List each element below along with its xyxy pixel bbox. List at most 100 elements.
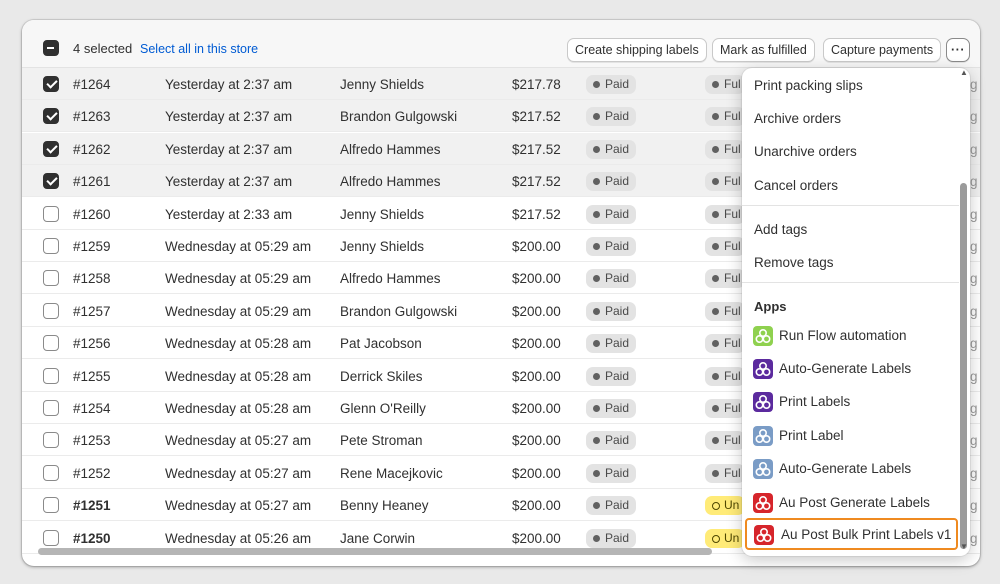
fulfillment-status-badge: Ful <box>705 172 745 192</box>
order-date: Wednesday at 05:27 am <box>165 433 312 449</box>
customer-name: Jane Corwin <box>340 530 416 546</box>
order-number[interactable]: #1253 <box>73 433 111 448</box>
row-checkbox[interactable] <box>43 270 59 287</box>
row-checkbox[interactable] <box>43 205 59 222</box>
order-number[interactable]: #1263 <box>73 109 111 124</box>
menu-item-archive-orders[interactable]: Archive orders <box>754 111 841 126</box>
order-number[interactable]: #1250 <box>73 531 111 546</box>
flow-icon <box>753 326 773 346</box>
order-date: Wednesday at 05:27 am <box>165 465 312 481</box>
select-all-checkbox[interactable] <box>43 40 59 56</box>
order-number[interactable]: #1264 <box>73 77 111 92</box>
payment-status-badge: Paid <box>586 334 637 354</box>
label-app-icon <box>753 392 773 412</box>
customer-name: Brandon Gulgowski <box>340 303 458 319</box>
order-number[interactable]: #1259 <box>73 239 111 254</box>
row-checkbox[interactable] <box>43 173 59 190</box>
row-checkbox[interactable] <box>43 335 59 352</box>
row-checkbox[interactable] <box>43 238 59 254</box>
truncated-cell: g <box>970 239 978 254</box>
order-number[interactable]: #1257 <box>73 304 111 319</box>
bulk-actions-bar: 4 selected Select all in this store Crea… <box>22 20 980 68</box>
order-number[interactable]: #1261 <box>73 174 111 189</box>
order-total: $200.00 <box>512 433 561 449</box>
customer-name: Pat Jacobson <box>340 336 422 352</box>
order-total: $217.52 <box>512 109 561 125</box>
row-checkbox[interactable] <box>43 464 59 481</box>
menu-item-remove-tags[interactable]: Remove tags <box>754 255 834 270</box>
row-checkbox[interactable] <box>43 367 59 384</box>
row-checkbox[interactable] <box>43 400 59 416</box>
menu-app-label: Auto-Generate Labels <box>779 361 912 376</box>
truncated-cell: g <box>970 530 978 546</box>
menu-app-label: Auto-Generate Labels <box>779 461 912 476</box>
truncated-cell: g <box>970 174 978 190</box>
fulfillment-status-badge: Ful <box>705 366 745 386</box>
payment-status-badge: Paid <box>586 366 637 386</box>
menu-app-label: Au Post Bulk Print Labels v1 <box>781 527 952 542</box>
order-total: $200.00 <box>512 336 561 352</box>
order-number[interactable]: #1252 <box>73 466 111 481</box>
fulfillment-status-badge: Ful <box>705 399 745 418</box>
menu-app-item[interactable]: Auto-Generate Labels <box>750 355 950 383</box>
truncated-cell: g <box>970 498 978 514</box>
menu-app-item[interactable]: Run Flow automation <box>750 322 950 350</box>
order-number[interactable]: #1255 <box>73 369 111 384</box>
menu-item-unarchive-orders[interactable]: Unarchive orders <box>754 144 857 159</box>
order-number[interactable]: #1258 <box>73 271 111 286</box>
selected-count: 4 selected <box>73 41 133 56</box>
menu-item-print-packing-slips[interactable]: Print packing slips <box>754 78 863 93</box>
customer-name: Jenny Shields <box>340 206 425 222</box>
truncated-cell: g <box>970 433 978 449</box>
menu-apps-heading: Apps <box>754 299 787 314</box>
scroll-up-icon[interactable]: ▲ <box>960 68 968 77</box>
order-date: Wednesday at 05:26 am <box>165 530 312 546</box>
menu-scrollbar[interactable] <box>960 183 967 549</box>
menu-app-item[interactable]: Print Labels <box>750 388 950 416</box>
order-number[interactable]: #1251 <box>73 498 111 513</box>
row-checkbox[interactable] <box>43 140 59 157</box>
payment-status-badge: Paid <box>586 75 637 94</box>
order-number[interactable]: #1256 <box>73 336 111 351</box>
customer-name: Brandon Gulgowski <box>340 109 458 125</box>
order-total: $217.52 <box>512 141 561 157</box>
horizontal-scrollbar[interactable] <box>38 548 712 555</box>
order-number[interactable]: #1260 <box>73 207 111 222</box>
customer-name: Pete Stroman <box>340 433 423 449</box>
auspost-icon <box>753 493 773 513</box>
truncated-cell: g <box>970 401 978 416</box>
menu-app-item[interactable]: Au Post Bulk Print Labels v1 <box>745 518 958 550</box>
order-number[interactable]: #1262 <box>73 142 111 157</box>
capture-payments-button[interactable]: Capture payments <box>823 38 942 62</box>
more-actions-button[interactable]: ··· <box>946 38 970 62</box>
create-shipping-labels-button[interactable]: Create shipping labels <box>567 38 707 62</box>
menu-divider <box>742 282 959 283</box>
mark-as-fulfilled-button[interactable]: Mark as fulfilled <box>712 38 815 62</box>
order-total: $200.00 <box>512 498 561 514</box>
menu-app-item[interactable]: Auto-Generate Labels <box>750 455 950 483</box>
payment-status-badge: Paid <box>586 496 637 516</box>
select-all-in-store-link[interactable]: Select all in this store <box>140 42 258 56</box>
label-app-icon <box>753 426 773 446</box>
row-checkbox[interactable] <box>43 302 59 319</box>
row-checkbox[interactable] <box>43 432 59 449</box>
row-checkbox[interactable] <box>43 529 59 546</box>
row-checkbox[interactable] <box>43 108 59 125</box>
row-checkbox[interactable] <box>43 497 59 514</box>
order-total: $200.00 <box>512 401 561 416</box>
order-number[interactable]: #1254 <box>73 401 111 416</box>
order-total: $200.00 <box>512 368 561 384</box>
payment-status-badge: Paid <box>586 172 637 192</box>
order-total: $200.00 <box>512 303 561 319</box>
menu-item-add-tags[interactable]: Add tags <box>754 222 807 237</box>
payment-status-badge: Paid <box>586 399 637 418</box>
order-date: Wednesday at 05:28 am <box>165 336 312 352</box>
scroll-down-icon[interactable]: ▼ <box>960 542 968 551</box>
menu-item-cancel-orders[interactable]: Cancel orders <box>754 178 838 193</box>
row-checkbox[interactable] <box>43 76 59 92</box>
customer-name: Jenny Shields <box>340 239 425 254</box>
order-total: $200.00 <box>512 271 561 287</box>
order-total: $217.52 <box>512 206 561 222</box>
menu-app-item[interactable]: Au Post Generate Labels <box>750 489 950 517</box>
menu-app-item[interactable]: Print Label <box>750 422 950 450</box>
